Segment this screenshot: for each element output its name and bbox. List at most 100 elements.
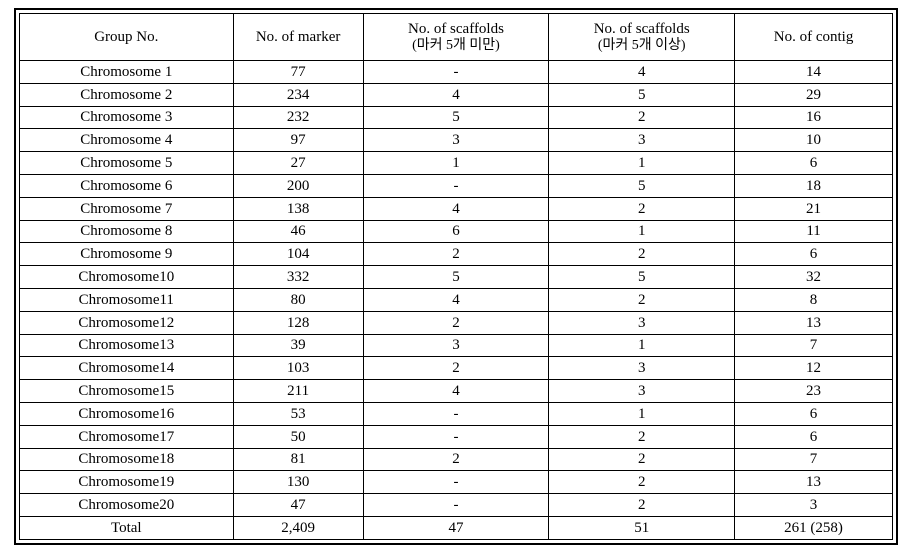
cell-group: Chromosome13 [20,334,234,357]
cell-marker: 200 [233,174,363,197]
cell-marker: 97 [233,129,363,152]
cell-group: Chromosome14 [20,357,234,380]
cell-marker: 234 [233,83,363,106]
cell-group: Chromosome 6 [20,174,234,197]
table-row: Chromosome 9104226 [20,243,893,266]
cell-contig: 11 [735,220,893,243]
cell-contig: 7 [735,334,893,357]
cell-group: Chromosome 7 [20,197,234,220]
cell-total-sc-lt5: 47 [363,516,549,539]
cell-group: Chromosome 5 [20,152,234,175]
cell-contig: 13 [735,471,893,494]
cell-contig: 18 [735,174,893,197]
cell-sc-lt5: 5 [363,266,549,289]
table-row: Chromosome1180428 [20,288,893,311]
cell-sc-ge5: 2 [549,448,735,471]
cell-sc-ge5: 2 [549,106,735,129]
cell-contig: 13 [735,311,893,334]
cell-sc-ge5: 2 [549,471,735,494]
cell-marker: 53 [233,402,363,425]
cell-sc-lt5: 2 [363,357,549,380]
cell-sc-lt5: 3 [363,129,549,152]
col-scaffolds-ge5: No. of scaffolds (마커 5개 이상) [549,14,735,61]
cell-sc-lt5: 4 [363,288,549,311]
cell-sc-lt5: 5 [363,106,549,129]
col-scaffolds-lt5-l1: No. of scaffolds [364,20,549,38]
cell-marker: 130 [233,471,363,494]
cell-sc-ge5: 3 [549,380,735,403]
col-no-marker-label: No. of marker [234,28,363,46]
cell-sc-lt5: 2 [363,243,549,266]
cell-sc-ge5: 3 [549,129,735,152]
col-scaffolds-lt5: No. of scaffolds (마커 5개 미만) [363,14,549,61]
cell-sc-lt5: 4 [363,197,549,220]
cell-sc-lt5: 4 [363,380,549,403]
table-row: Chromosome1653-16 [20,402,893,425]
table-row: Chromosome103325532 [20,266,893,289]
cell-sc-ge5: 1 [549,402,735,425]
cell-marker: 211 [233,380,363,403]
cell-sc-ge5: 2 [549,243,735,266]
cell-group: Chromosome20 [20,494,234,517]
cell-sc-ge5: 3 [549,311,735,334]
table-row: Chromosome1881227 [20,448,893,471]
col-scaffolds-ge5-l2: (마커 5개 이상) [549,38,734,55]
table-frame: Group No. No. of marker No. of scaffolds… [14,8,898,545]
table-row: Chromosome152114323 [20,380,893,403]
cell-contig: 16 [735,106,893,129]
cell-sc-ge5: 3 [549,357,735,380]
cell-sc-lt5: - [363,174,549,197]
cell-contig: 6 [735,402,893,425]
cell-group: Chromosome19 [20,471,234,494]
col-group-no: Group No. [20,14,234,61]
cell-sc-ge5: 2 [549,197,735,220]
cell-sc-ge5: 2 [549,494,735,517]
cell-total-marker: 2,409 [233,516,363,539]
cell-contig: 10 [735,129,893,152]
cell-sc-ge5: 1 [549,152,735,175]
cell-contig: 8 [735,288,893,311]
table-row: Chromosome1339317 [20,334,893,357]
cell-contig: 6 [735,243,893,266]
cell-sc-ge5: 4 [549,61,735,84]
cell-sc-ge5: 1 [549,220,735,243]
table-row: Chromosome 71384221 [20,197,893,220]
cell-marker: 50 [233,425,363,448]
cell-marker: 80 [233,288,363,311]
cell-sc-lt5: 2 [363,311,549,334]
cell-sc-ge5: 5 [549,266,735,289]
cell-contig: 3 [735,494,893,517]
cell-sc-ge5: 1 [549,334,735,357]
cell-sc-lt5: - [363,402,549,425]
cell-group: Chromosome15 [20,380,234,403]
table-row: Chromosome 527116 [20,152,893,175]
col-scaffolds-lt5-l2: (마커 5개 미만) [364,38,549,55]
cell-group: Chromosome 9 [20,243,234,266]
cell-contig: 29 [735,83,893,106]
cell-marker: 81 [233,448,363,471]
cell-sc-ge5: 5 [549,174,735,197]
table-header: Group No. No. of marker No. of scaffolds… [20,14,893,61]
cell-sc-lt5: - [363,494,549,517]
cell-marker: 46 [233,220,363,243]
table-row: Chromosome121282313 [20,311,893,334]
cell-contig: 21 [735,197,893,220]
cell-sc-lt5: 1 [363,152,549,175]
page: Group No. No. of marker No. of scaffolds… [0,0,912,548]
cell-sc-ge5: 2 [549,288,735,311]
table-row: Chromosome 8466111 [20,220,893,243]
cell-marker: 332 [233,266,363,289]
cell-contig: 23 [735,380,893,403]
cell-group: Chromosome18 [20,448,234,471]
cell-marker: 138 [233,197,363,220]
cell-marker: 47 [233,494,363,517]
table-row: Chromosome 4973310 [20,129,893,152]
cell-sc-lt5: - [363,471,549,494]
cell-group: Chromosome12 [20,311,234,334]
cell-group: Chromosome 2 [20,83,234,106]
table-row: Chromosome 22344529 [20,83,893,106]
cell-marker: 39 [233,334,363,357]
col-no-marker: No. of marker [233,14,363,61]
cell-total-label: Total [20,516,234,539]
cell-sc-lt5: 2 [363,448,549,471]
